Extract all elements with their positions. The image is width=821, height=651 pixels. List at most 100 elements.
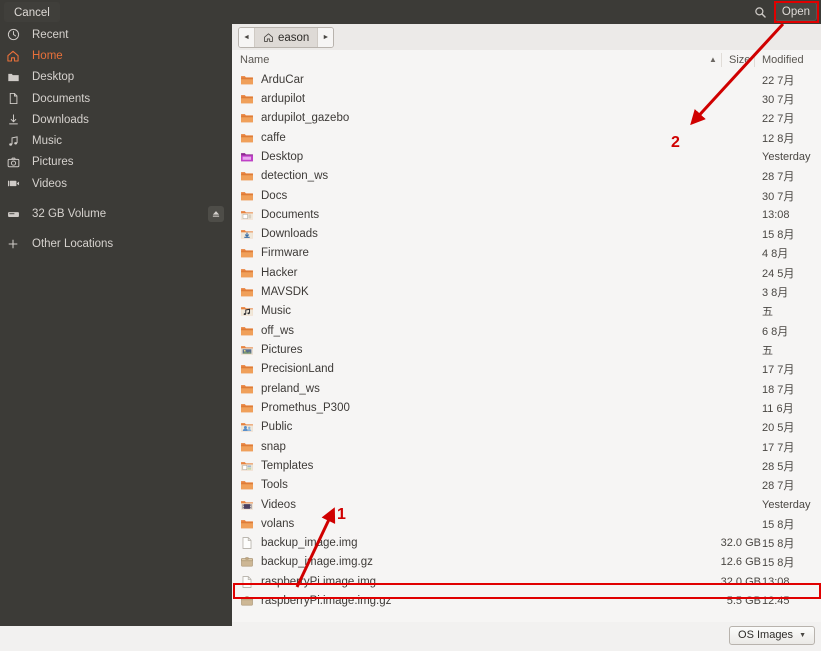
file-name: Promethus_P300 [261,401,350,414]
annotation-highlight-selected-file [233,583,821,599]
column-header-size[interactable]: Size [729,50,750,70]
file-chooser-dialog: Cancel Open Recent Home Desktop Document… [0,0,821,651]
folder-icon [240,266,254,280]
table-row[interactable]: Desktop Yesterday [232,147,821,166]
table-row[interactable]: Music 五 [232,302,821,321]
file-modified: 28 7月 [762,480,795,493]
column-header-name[interactable]: Name [240,50,269,70]
sidebar-item-documents[interactable]: Documents [0,88,232,109]
table-row[interactable]: Documents 13:08 [232,205,821,224]
camera-icon [0,152,26,173]
sidebar-places: Recent Home Desktop Documents Downloads … [0,24,232,255]
file-icon [240,536,254,550]
file-modified: 15 8月 [762,538,795,551]
file-name: Hacker [261,266,298,279]
annotation-step-1: 1 [337,506,346,523]
sidebar-item-label: Desktop [32,71,75,84]
search-icon[interactable] [749,3,771,21]
sidebar-item-volume[interactable]: 32 GB Volume [0,203,232,224]
sidebar: Recent Home Desktop Documents Downloads … [0,24,232,626]
table-row[interactable]: Hacker 24 5月 [232,263,821,282]
file-modified: 28 7月 [762,171,795,184]
file-modified: 15 8月 [762,229,795,242]
folder-icon [0,67,26,88]
home-icon [0,45,26,66]
file-type-filter-dropdown[interactable]: OS Images ▼ [729,626,815,645]
breadcrumb-item-eason[interactable]: eason [255,28,318,47]
table-row[interactable]: Public 20 5月 [232,418,821,437]
folder-icon [240,382,254,396]
sidebar-item-home[interactable]: Home [0,45,232,66]
table-row[interactable]: Firmware 4 8月 [232,244,821,263]
file-size: 32.0 GB [720,537,761,550]
file-modified: 15 8月 [762,557,795,570]
sidebar-item-label: Home [32,49,63,62]
table-row[interactable]: MAVSDK 3 8月 [232,282,821,301]
file-modified: 11 6月 [762,402,794,415]
file-modified: 30 7月 [762,190,795,203]
table-row[interactable]: volans 15 8月 [232,514,821,533]
table-row[interactable]: off_ws 6 8月 [232,321,821,340]
sidebar-item-label: Pictures [32,156,74,169]
table-row[interactable]: Pictures 五 [232,340,821,359]
table-row[interactable]: ArduCar 22 7月 [232,70,821,89]
header-bar: Cancel Open [0,0,821,24]
breadcrumb: ◄ eason ► [238,27,335,48]
table-row[interactable]: snap 17 7月 [232,437,821,456]
path-bar-area: ◄ eason ► [232,24,821,51]
table-row[interactable]: Docs 30 7月 [232,186,821,205]
sidebar-item-other-locations[interactable]: Other Locations [0,234,232,255]
sidebar-item-videos[interactable]: Videos [0,173,232,194]
sort-ascending-icon: ▲ [709,55,717,64]
sidebar-item-label: Downloads [32,113,89,126]
file-name: Firmware [261,247,309,260]
sidebar-item-music[interactable]: Music [0,130,232,151]
eject-icon[interactable] [208,206,224,223]
table-row[interactable]: Videos Yesterday [232,495,821,514]
table-row[interactable]: caffe 12 8月 [232,128,821,147]
templates-folder-icon [240,459,254,473]
sidebar-item-pictures[interactable]: Pictures [0,152,232,173]
sidebar-item-desktop[interactable]: Desktop [0,67,232,88]
chevron-right-icon[interactable]: ► [317,28,334,47]
folder-icon [240,440,254,454]
annotation-highlight-open [774,1,819,23]
table-row[interactable]: backup_image.img.gz 12.6 GB 15 8月 [232,553,821,572]
folder-icon [240,401,254,415]
column-divider-2 [754,53,755,67]
file-modified: 4 8月 [762,248,789,261]
file-name: detection_ws [261,170,329,183]
file-name: Videos [261,498,296,511]
table-row[interactable]: Promethus_P300 11 6月 [232,398,821,417]
folder-icon [240,362,254,376]
sidebar-divider [0,194,232,203]
table-row[interactable]: Templates 28 5月 [232,456,821,475]
folder-icon [240,92,254,106]
cancel-button[interactable]: Cancel [4,2,60,22]
folder-icon [240,285,254,299]
file-list[interactable]: ArduCar 22 7月 ardupilot 30 7月 ardupilot_gaze… [232,70,821,622]
file-name: preland_ws [261,382,320,395]
file-name: Music [261,305,292,318]
table-row[interactable]: Downloads 15 8月 [232,225,821,244]
sidebar-item-downloads[interactable]: Downloads [0,109,232,130]
sidebar-item-label: Other Locations [32,238,114,251]
table-row[interactable]: detection_ws 28 7月 [232,167,821,186]
file-name: Pictures [261,344,303,357]
documents-folder-icon [240,208,254,222]
file-modified: 17 7月 [762,364,795,377]
chevron-down-icon: ▼ [799,632,806,639]
file-name: Tools [261,479,288,492]
table-row[interactable]: backup_image.img 32.0 GB 15 8月 [232,534,821,553]
table-row[interactable]: preland_ws 18 7月 [232,379,821,398]
column-header-modified[interactable]: Modified [762,50,804,70]
table-row[interactable]: ardupilot_gazebo 22 7月 [232,109,821,128]
sidebar-item-label: Documents [32,92,91,105]
clock-icon [0,24,26,45]
file-name: ArduCar [261,73,304,86]
table-row[interactable]: Tools 28 7月 [232,476,821,495]
chevron-left-icon[interactable]: ◄ [239,28,255,47]
sidebar-item-recent[interactable]: Recent [0,24,232,45]
table-row[interactable]: ardupilot 30 7月 [232,89,821,108]
table-row[interactable]: PrecisionLand 17 7月 [232,360,821,379]
